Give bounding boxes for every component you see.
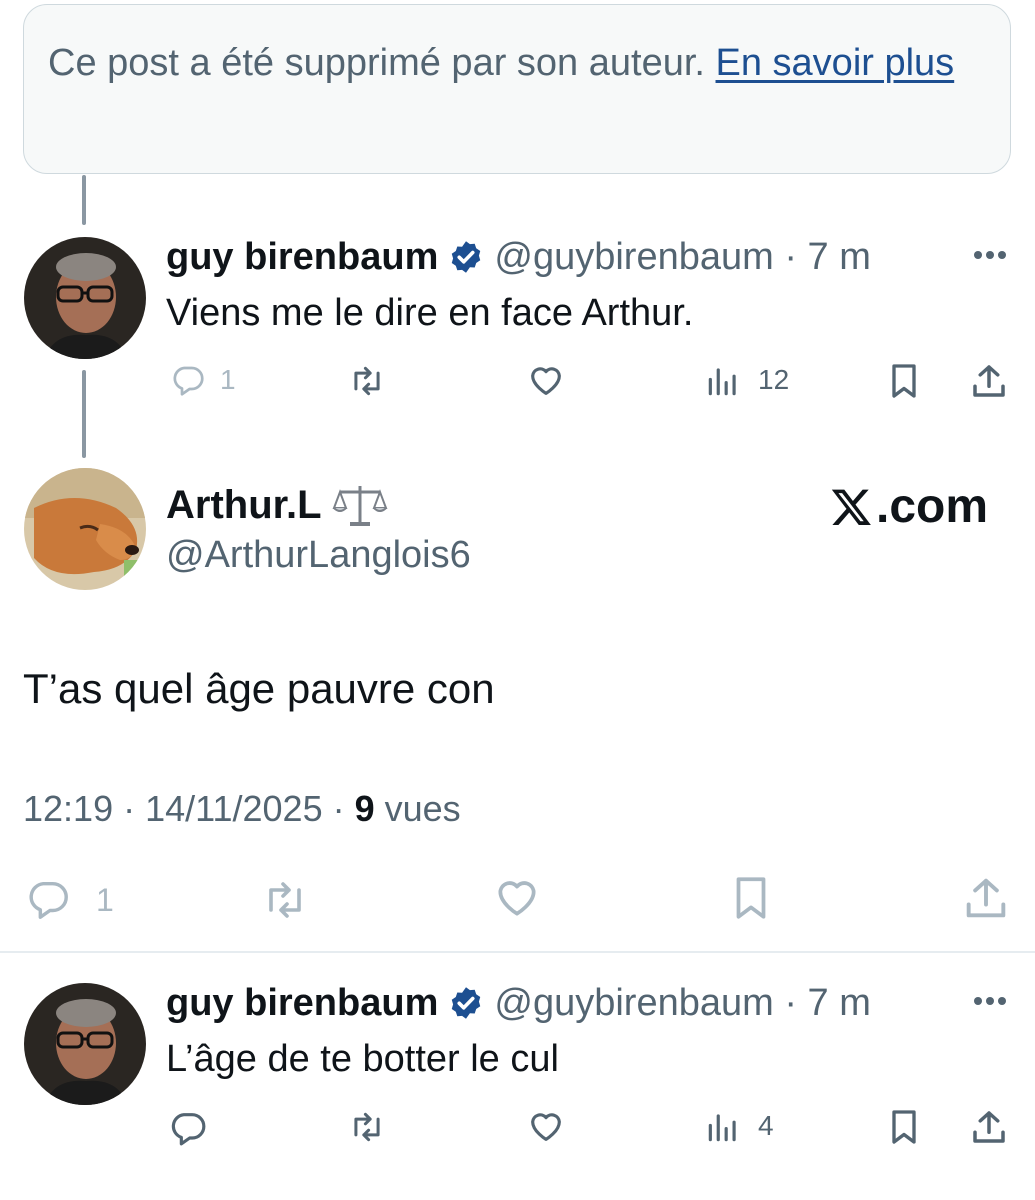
reply2-handle-time[interactable]: @guybirenbaum · 7 m	[494, 980, 871, 1026]
like-icon[interactable]	[524, 1106, 568, 1146]
scale-emoji-icon	[332, 486, 387, 526]
avatar-guy-birenbaum[interactable]	[24, 983, 146, 1105]
verified-badge-icon	[452, 241, 481, 273]
verified-badge-icon	[452, 987, 481, 1019]
divider	[0, 951, 1035, 953]
main-post-views-label: vues	[374, 788, 461, 829]
main-post-meta: 12:19 · 14/11/2025 · 9 vues	[23, 786, 461, 832]
share-icon[interactable]	[960, 872, 1012, 924]
like-icon[interactable]	[524, 360, 568, 400]
reply1-view-count: 12	[758, 364, 790, 395]
reply2-view-count: 4	[758, 1110, 774, 1141]
reply1-reply-count: 1	[220, 364, 236, 395]
learn-more-link[interactable]: En savoir plus	[716, 42, 955, 84]
reply1-author-name[interactable]: guy birenbaum	[166, 234, 438, 280]
deleted-post-notice: Ce post a été supprimé par son auteur. E…	[23, 4, 1011, 174]
reply1-header: guy birenbaum @guybirenbaum · 7 m	[166, 234, 871, 280]
share-icon[interactable]	[968, 360, 1010, 402]
reply2-author-name[interactable]: guy birenbaum	[166, 980, 438, 1026]
avatar-arthur-l[interactable]	[24, 468, 146, 590]
bookmark-icon[interactable]	[726, 872, 776, 924]
main-author-name-row: Arthur.L	[166, 482, 388, 528]
main-post-time[interactable]: 12:19 · 14/11/2025 ·	[23, 788, 355, 829]
repost-icon[interactable]	[256, 876, 314, 924]
main-post-views-number: 9	[354, 788, 375, 829]
repost-icon[interactable]	[344, 1108, 390, 1146]
deleted-notice-text: Ce post a été supprimé par son auteur.	[48, 42, 716, 84]
more-icon[interactable]	[970, 986, 1010, 1016]
bookmark-icon[interactable]	[884, 1106, 924, 1148]
avatar-guy-birenbaum[interactable]	[24, 237, 146, 359]
thread-connector-top	[82, 175, 86, 225]
share-icon[interactable]	[968, 1106, 1010, 1148]
thread-connector-mid	[82, 370, 86, 458]
main-author-handle[interactable]: @ArthurLanglois6	[166, 532, 471, 578]
reply2-text: L’âge de te botter le cul	[166, 1038, 559, 1080]
x-watermark-text: .com	[876, 480, 989, 533]
like-icon[interactable]	[490, 872, 544, 922]
repost-icon[interactable]	[344, 362, 390, 400]
views-icon[interactable]	[704, 1108, 742, 1146]
reply-icon[interactable]	[168, 1108, 208, 1148]
more-icon[interactable]	[970, 240, 1010, 270]
views-icon[interactable]	[704, 362, 742, 400]
x-logo-icon	[831, 489, 871, 525]
reply-icon[interactable]	[24, 876, 72, 922]
main-author-name[interactable]: Arthur.L	[166, 482, 322, 528]
reply2-header: guy birenbaum @guybirenbaum · 7 m	[166, 980, 871, 1026]
main-post-text: T’as quel âge pauvre con	[23, 665, 495, 712]
reply1-handle-time[interactable]: @guybirenbaum · 7 m	[494, 234, 871, 280]
x-watermark: .com	[830, 480, 988, 534]
reply-icon[interactable]	[170, 362, 206, 398]
main-reply-count: 1	[96, 882, 114, 918]
reply1-text: Viens me le dire en face Arthur.	[166, 292, 694, 334]
bookmark-icon[interactable]	[884, 360, 924, 402]
